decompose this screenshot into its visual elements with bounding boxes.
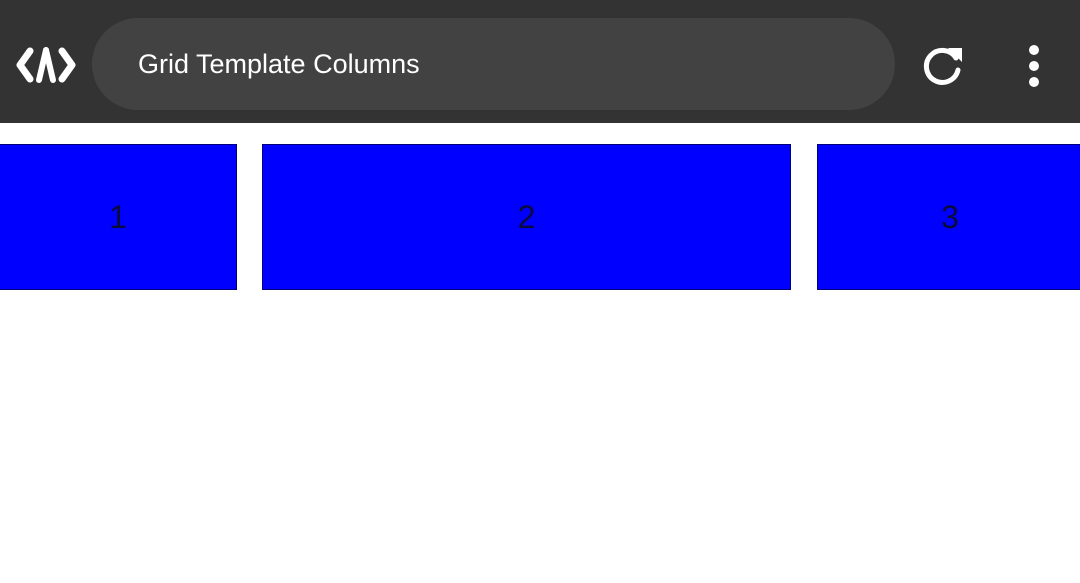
reload-icon[interactable] — [916, 40, 968, 92]
grid-item: 2 — [262, 144, 791, 290]
grid-item: 3 — [817, 144, 1080, 290]
address-bar-title: Grid Template Columns — [138, 49, 420, 79]
more-vert-icon[interactable] — [1010, 40, 1058, 92]
address-bar[interactable]: Grid Template Columns — [92, 18, 895, 110]
grid-container: 1 2 3 — [0, 144, 1080, 290]
grid-item: 1 — [0, 144, 237, 290]
browser-toolbar: Grid Template Columns — [0, 0, 1080, 123]
code-brackets-icon[interactable] — [16, 40, 76, 90]
